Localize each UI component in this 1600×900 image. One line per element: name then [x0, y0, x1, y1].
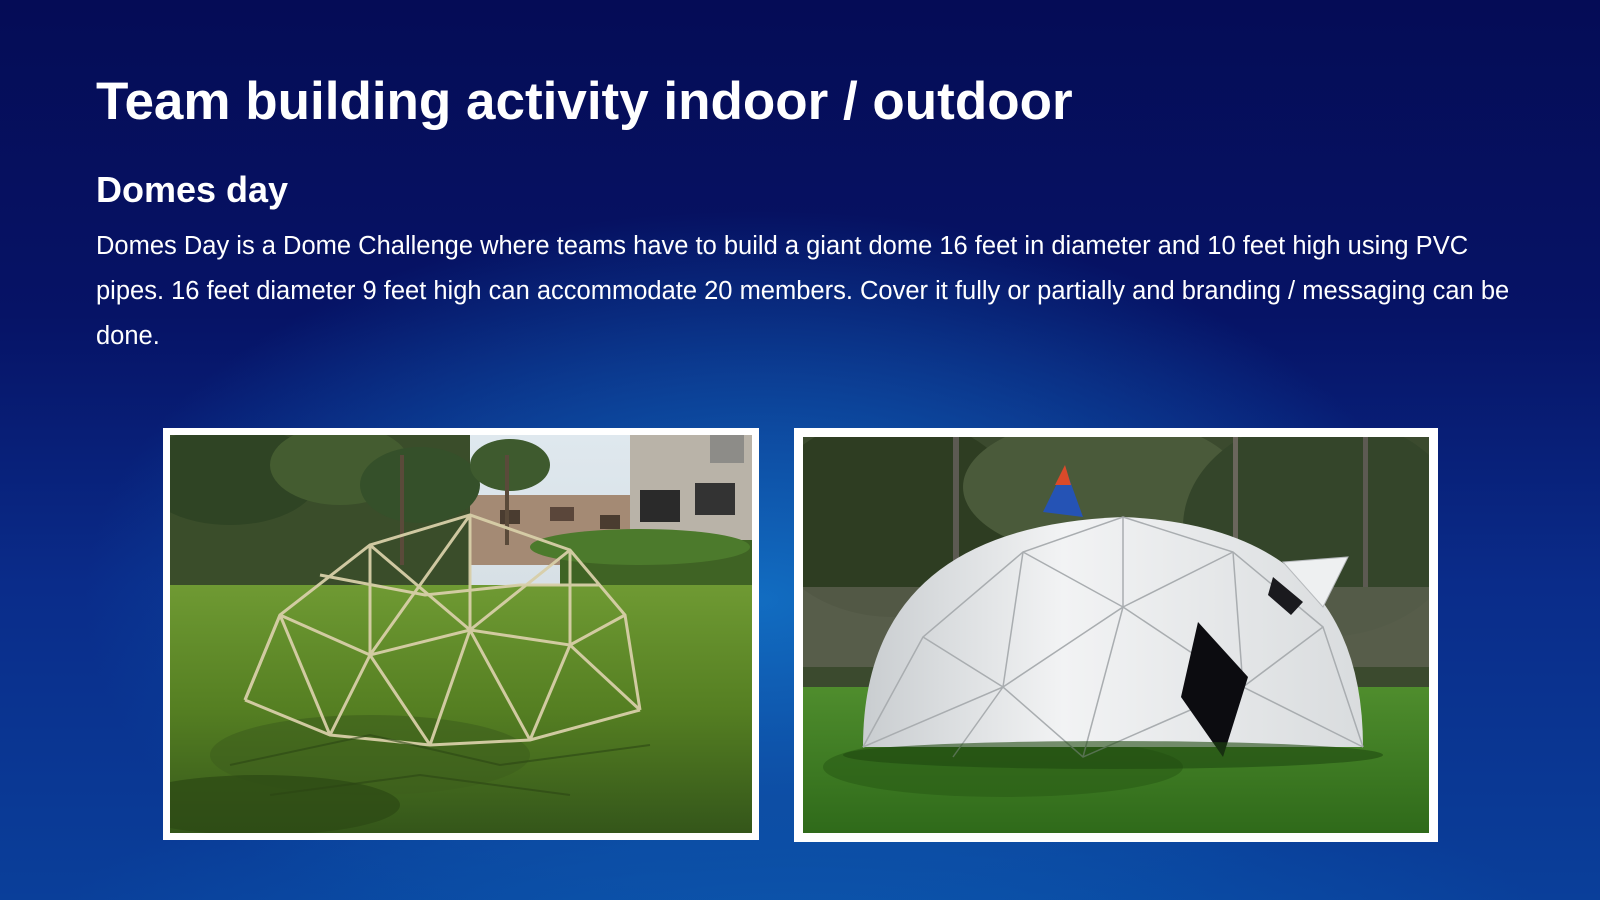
pipe-frame-dome-illustration — [170, 435, 752, 833]
covered-white-dome-illustration — [803, 437, 1429, 833]
covered-white-dome-photo — [794, 428, 1438, 842]
slide: Team building activity indoor / outdoor … — [0, 0, 1600, 900]
slide-subtitle: Domes day — [96, 169, 289, 210]
pipe-frame-dome-photo — [163, 428, 759, 840]
slide-title: Team building activity indoor / outdoor — [96, 72, 1073, 131]
slide-body-text: Domes Day is a Dome Challenge where team… — [96, 232, 1510, 350]
